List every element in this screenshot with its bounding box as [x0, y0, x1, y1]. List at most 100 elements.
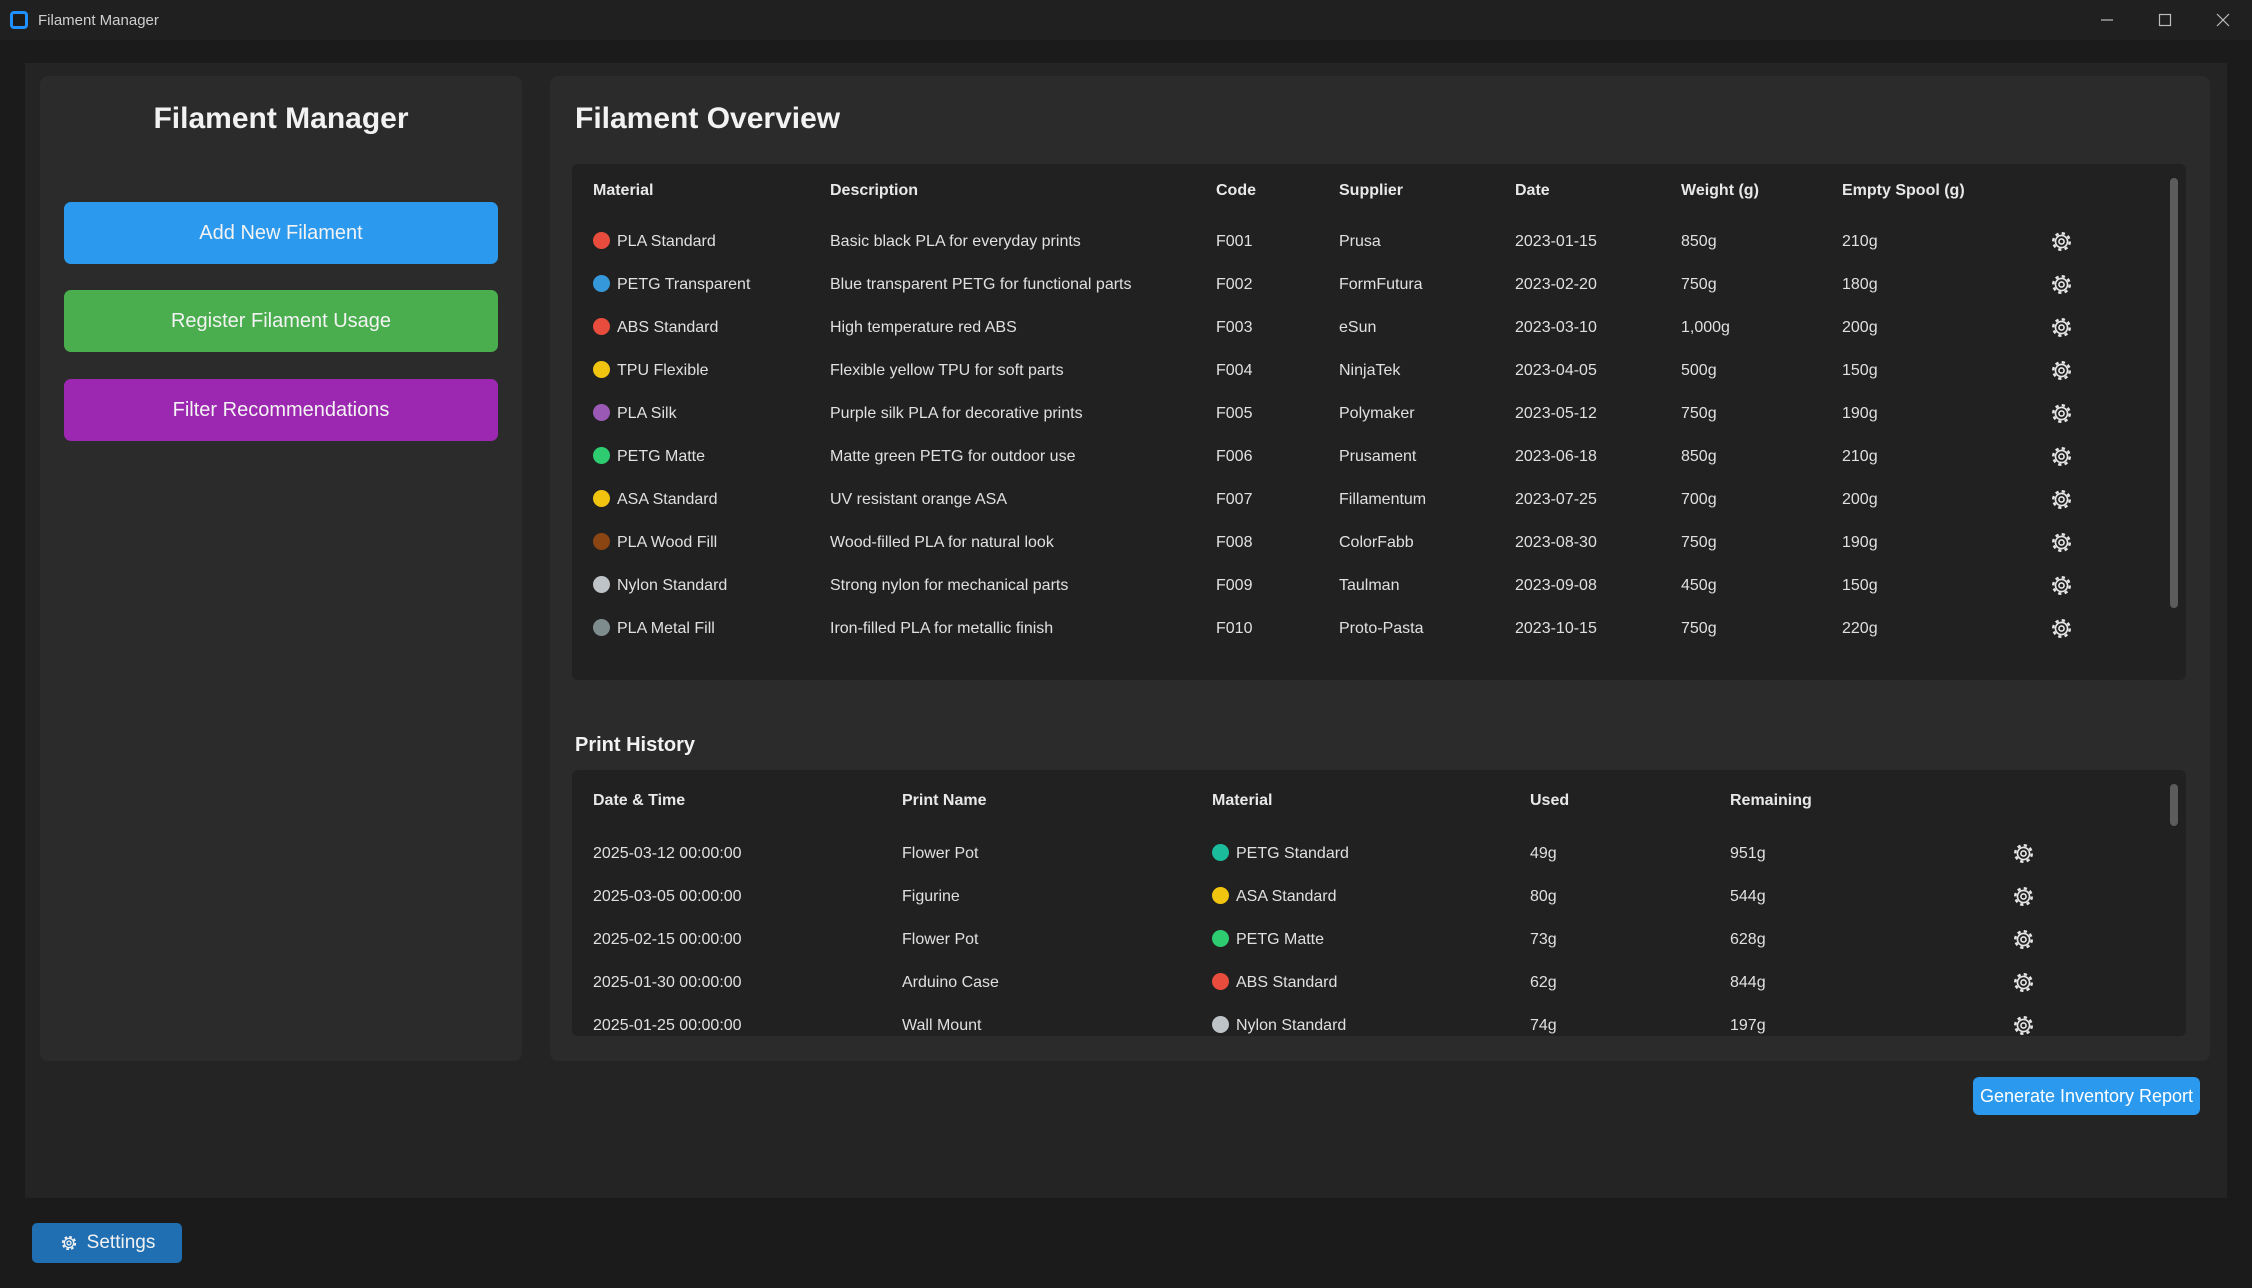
print-name-cell: Flower Pot — [902, 845, 979, 862]
gear-icon[interactable] — [2050, 230, 2073, 253]
description-cell: Matte green PETG for outdoor use — [830, 448, 1076, 465]
color-swatch — [1212, 887, 1229, 904]
weight-cell: 750g — [1681, 276, 1717, 293]
gear-icon[interactable] — [2050, 531, 2073, 554]
description-cell: Basic black PLA for everyday prints — [830, 233, 1081, 250]
spool-cell: 220g — [1842, 620, 1878, 637]
table-row[interactable]: PLA Standard Basic black PLA for everyday… — [572, 220, 2172, 263]
spool-cell: 200g — [1842, 491, 1878, 508]
gear-icon[interactable] — [2050, 445, 2073, 468]
gear-icon[interactable] — [2050, 574, 2073, 597]
remaining-cell: 951g — [1730, 845, 1766, 862]
color-swatch — [593, 619, 610, 636]
weight-cell: 850g — [1681, 233, 1717, 250]
column-header: Date — [1515, 182, 1550, 199]
gear-icon[interactable] — [2050, 402, 2073, 425]
table-row[interactable]: PLA Silk Purple silk PLA for decorative p… — [572, 392, 2172, 435]
column-header: Used — [1530, 792, 1570, 809]
print-name-cell: Wall Mount — [902, 1017, 982, 1034]
minimize-icon[interactable] — [2078, 0, 2136, 40]
weight-cell: 750g — [1681, 405, 1717, 422]
datetime-cell: 2025-03-05 00:00:00 — [593, 888, 742, 905]
add-filament-button[interactable]: Add New Filament — [64, 202, 498, 264]
code-cell: F006 — [1216, 448, 1253, 465]
overview-title: Filament Overview — [575, 102, 841, 135]
scrollbar[interactable] — [2170, 178, 2178, 608]
column-header: Date & Time — [593, 792, 686, 809]
date-cell: 2023-05-12 — [1515, 405, 1597, 422]
table-row[interactable]: PLA Wood Fill Wood-filled PLA for natural… — [572, 521, 2172, 564]
color-swatch — [1212, 844, 1229, 861]
material-cell: ASA Standard — [593, 478, 718, 521]
filament-table: Material Description Code Supplier Date … — [572, 164, 2186, 680]
date-cell: 2023-08-30 — [1515, 534, 1597, 551]
supplier-cell: Proto-Pasta — [1339, 620, 1424, 637]
weight-cell: 450g — [1681, 577, 1717, 594]
gear-icon[interactable] — [2050, 359, 2073, 382]
table-row[interactable]: Nylon Standard Strong nylon for mechanica… — [572, 564, 2172, 607]
table-row[interactable]: 2025-03-12 00:00:00 Flower Pot PETG Standa… — [572, 832, 2172, 875]
datetime-cell: 2025-03-12 00:00:00 — [593, 845, 742, 862]
gear-icon[interactable] — [2012, 971, 2035, 994]
settings-button[interactable]: Settings — [32, 1223, 182, 1263]
table-row[interactable]: PETG Transparent Blue transparent PETG fo… — [572, 263, 2172, 306]
maximize-icon[interactable] — [2136, 0, 2194, 40]
gear-icon[interactable] — [2050, 488, 2073, 511]
description-cell: Purple silk PLA for decorative prints — [830, 405, 1083, 422]
date-cell: 2023-07-25 — [1515, 491, 1597, 508]
table-row[interactable]: PLA Metal Fill Iron-filled PLA for metall… — [572, 607, 2172, 650]
supplier-cell: Prusament — [1339, 448, 1417, 465]
weight-cell: 1,000g — [1681, 319, 1730, 336]
material-cell: PLA Wood Fill — [593, 521, 717, 564]
supplier-cell: Taulman — [1339, 577, 1400, 594]
gear-icon[interactable] — [2012, 928, 2035, 951]
description-cell: Strong nylon for mechanical parts — [830, 577, 1069, 594]
table-row[interactable]: 2025-02-15 00:00:00 Flower Pot PETG Matte 7… — [572, 918, 2172, 961]
code-cell: F004 — [1216, 362, 1253, 379]
code-cell: F002 — [1216, 276, 1253, 293]
spool-cell: 150g — [1842, 577, 1878, 594]
sidebar-title: Filament Manager — [153, 102, 409, 135]
filter-recommendations-button[interactable]: Filter Recommendations — [64, 379, 498, 441]
table-row[interactable]: PETG Matte Matte green PETG for outdoor u… — [572, 435, 2172, 478]
gear-icon[interactable] — [2050, 273, 2073, 296]
date-cell: 2023-01-15 — [1515, 233, 1597, 250]
table-row[interactable]: 2025-03-05 00:00:00 Figurine ASA Standard 8… — [572, 875, 2172, 918]
description-cell: Blue transparent PETG for functional par… — [830, 276, 1132, 293]
material-cell: TPU Flexible — [593, 349, 709, 392]
gear-icon[interactable] — [2050, 617, 2073, 640]
remaining-cell: 844g — [1730, 974, 1766, 991]
material-cell: Nylon Standard — [593, 564, 727, 607]
description-cell: Flexible yellow TPU for soft parts — [830, 362, 1064, 379]
date-cell: 2023-02-20 — [1515, 276, 1597, 293]
gear-icon[interactable] — [2012, 842, 2035, 865]
color-swatch — [593, 275, 610, 292]
column-header: Empty Spool (g) — [1842, 182, 1965, 199]
spool-cell: 210g — [1842, 448, 1878, 465]
gear-icon[interactable] — [2012, 1014, 2035, 1036]
scrollbar[interactable] — [2170, 784, 2178, 826]
settings-label: Settings — [86, 1232, 156, 1253]
material-cell: PLA Standard — [593, 220, 716, 263]
register-usage-button[interactable]: Register Filament Usage — [64, 290, 498, 352]
print-name-cell: Figurine — [902, 888, 960, 905]
color-swatch — [593, 490, 610, 507]
close-icon[interactable] — [2194, 0, 2252, 40]
table-row[interactable]: 2025-01-25 00:00:00 Wall Mount Nylon Stand… — [572, 1004, 2172, 1036]
date-cell: 2023-10-15 — [1515, 620, 1597, 637]
remaining-cell: 544g — [1730, 888, 1766, 905]
spool-cell: 200g — [1842, 319, 1878, 336]
gear-icon[interactable] — [2050, 316, 2073, 339]
spool-cell: 190g — [1842, 534, 1878, 551]
table-row[interactable]: 2025-01-30 00:00:00 Arduino Case ABS Stand… — [572, 961, 2172, 1004]
table-row[interactable]: TPU Flexible Flexible yellow TPU for soft… — [572, 349, 2172, 392]
generate-report-button[interactable]: Generate Inventory Report — [1973, 1077, 2200, 1115]
column-header: Remaining — [1730, 792, 1812, 809]
color-swatch — [593, 361, 610, 378]
gear-icon — [61, 1235, 76, 1251]
table-row[interactable]: ABS Standard High temperature red ABS F003… — [572, 306, 2172, 349]
datetime-cell: 2025-01-30 00:00:00 — [593, 974, 742, 991]
material-cell: PETG Matte — [593, 435, 705, 478]
gear-icon[interactable] — [2012, 885, 2035, 908]
table-row[interactable]: ASA Standard UV resistant orange ASA F007 F… — [572, 478, 2172, 521]
